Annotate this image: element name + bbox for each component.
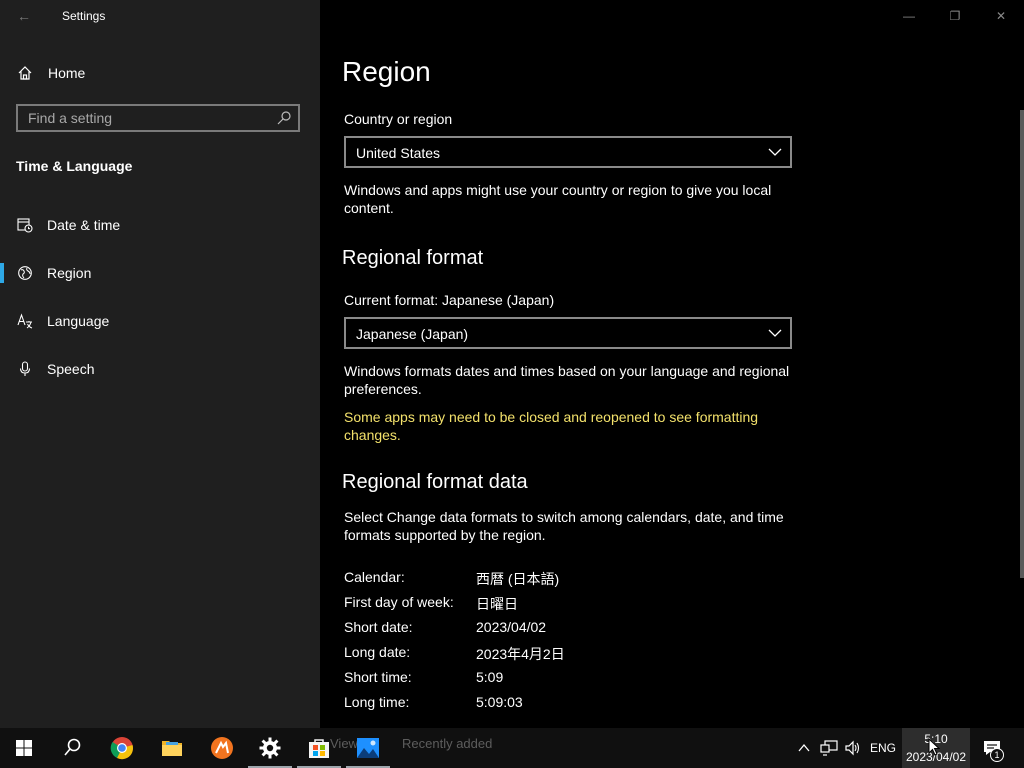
taskbar-file-explorer[interactable] bbox=[148, 728, 196, 768]
volume-icon[interactable] bbox=[844, 739, 862, 757]
country-value: United States bbox=[356, 145, 441, 161]
format-row-value: 2023年4月2日 bbox=[476, 646, 565, 662]
maximize-button[interactable]: ❐ bbox=[932, 0, 978, 32]
section-title: Time & Language bbox=[16, 158, 133, 174]
app-orange-icon bbox=[211, 737, 233, 759]
taskbar-chrome[interactable] bbox=[98, 728, 146, 768]
format-value: Japanese (Japan) bbox=[356, 326, 469, 342]
format-row-key: Short date: bbox=[344, 619, 413, 635]
sidebar-item-date-time[interactable]: Date & time bbox=[0, 208, 320, 242]
nav-home[interactable]: Home bbox=[0, 58, 320, 88]
taskbar: View Recently added ENG 5:10 2023/04/02 … bbox=[0, 728, 1024, 768]
format-row-key: Long time: bbox=[344, 694, 410, 710]
country-label: Country or region bbox=[344, 111, 453, 127]
sidebar-item-speech[interactable]: Speech bbox=[0, 352, 320, 386]
chevron-down-icon bbox=[768, 148, 782, 156]
format-row: Long time: 5:09:03 bbox=[344, 694, 784, 712]
notification-count-badge: 1 bbox=[990, 748, 1004, 762]
format-row: Short time: 5:09 bbox=[344, 669, 784, 687]
format-row-value: 日曜日 bbox=[476, 596, 518, 612]
format-description: Windows formats dates and times based on… bbox=[344, 363, 790, 397]
input-language-indicator[interactable]: ENG bbox=[870, 741, 896, 755]
sidebar: ← Settings Home Time & Language Date & t… bbox=[0, 0, 320, 728]
back-button[interactable]: ← bbox=[12, 6, 36, 26]
current-format-label: Current format: Japanese (Japan) bbox=[344, 292, 555, 308]
country-description: Windows and apps might use your country … bbox=[344, 182, 772, 216]
taskbar-store[interactable] bbox=[295, 728, 343, 768]
format-row-value: 5:09 bbox=[476, 669, 504, 685]
search-box[interactable] bbox=[16, 104, 300, 132]
language-icon bbox=[17, 313, 33, 329]
format-row-key: Long date: bbox=[344, 644, 411, 660]
gear-icon bbox=[259, 737, 281, 759]
regional-format-heading: Regional format bbox=[342, 247, 484, 269]
ghost-text-recently-added: Recently added bbox=[402, 736, 493, 751]
search-input[interactable] bbox=[18, 106, 278, 130]
format-row-value: 2023/04/02 bbox=[476, 619, 547, 635]
scrollbar[interactable] bbox=[1020, 110, 1024, 578]
chevron-up-icon[interactable] bbox=[797, 741, 811, 755]
content-pane: Region Country or region United States W… bbox=[320, 0, 1024, 728]
title-bar: ← Settings bbox=[0, 0, 320, 32]
start-button[interactable] bbox=[0, 728, 48, 768]
format-row-key: Short time: bbox=[344, 669, 412, 685]
format-data-description: Select Change data formats to switch amo… bbox=[344, 509, 784, 543]
country-dropdown[interactable]: United States bbox=[344, 136, 792, 168]
sidebar-item-label: Region bbox=[47, 265, 92, 281]
calendar-clock-icon bbox=[17, 218, 33, 233]
chevron-down-icon bbox=[768, 329, 782, 337]
globe-icon bbox=[18, 266, 32, 280]
folder-icon bbox=[162, 741, 182, 756]
search-icon[interactable] bbox=[276, 110, 292, 126]
sidebar-item-label: Date & time bbox=[47, 217, 121, 233]
network-icon[interactable] bbox=[820, 739, 838, 757]
app-title: Settings bbox=[62, 9, 106, 23]
format-dropdown[interactable]: Japanese (Japan) bbox=[344, 317, 792, 349]
format-row-key: Calendar: bbox=[344, 569, 405, 585]
sidebar-item-region[interactable]: Region bbox=[0, 256, 320, 290]
format-row-value: 西暦 (日本語) bbox=[476, 571, 560, 587]
microphone-icon bbox=[19, 361, 31, 376]
taskbar-photos[interactable] bbox=[344, 728, 392, 768]
taskbar-settings[interactable] bbox=[246, 728, 294, 768]
minimize-button[interactable]: — bbox=[886, 0, 932, 32]
format-data-heading: Regional format data bbox=[342, 471, 528, 493]
format-warning: Some apps may need to be closed and reop… bbox=[344, 409, 759, 443]
action-center-button[interactable]: 1 bbox=[978, 734, 1008, 762]
page-title: Region bbox=[342, 56, 431, 87]
sidebar-item-label: Language bbox=[47, 313, 110, 329]
home-icon bbox=[18, 66, 32, 80]
mouse-cursor-icon bbox=[928, 738, 940, 756]
format-row: Long date: 2023年4月2日 bbox=[344, 644, 784, 662]
windows-logo-icon bbox=[16, 740, 32, 756]
taskbar-search-button[interactable] bbox=[48, 728, 96, 768]
format-row: Short date: 2023/04/02 bbox=[344, 619, 784, 637]
format-row-key: First day of week: bbox=[344, 594, 454, 610]
format-row: Calendar: 西暦 (日本語) bbox=[344, 569, 784, 587]
chrome-icon bbox=[110, 737, 133, 760]
store-icon bbox=[309, 739, 329, 758]
sidebar-item-label: Speech bbox=[47, 361, 95, 377]
taskbar-app-orange[interactable] bbox=[198, 728, 246, 768]
photos-icon bbox=[357, 738, 379, 758]
sidebar-item-language[interactable]: Language bbox=[0, 304, 320, 338]
nav-home-label: Home bbox=[48, 65, 86, 81]
close-button[interactable]: ✕ bbox=[978, 0, 1024, 32]
search-icon bbox=[64, 738, 81, 756]
format-row: First day of week: 日曜日 bbox=[344, 594, 784, 612]
format-row-value: 5:09:03 bbox=[476, 694, 523, 710]
